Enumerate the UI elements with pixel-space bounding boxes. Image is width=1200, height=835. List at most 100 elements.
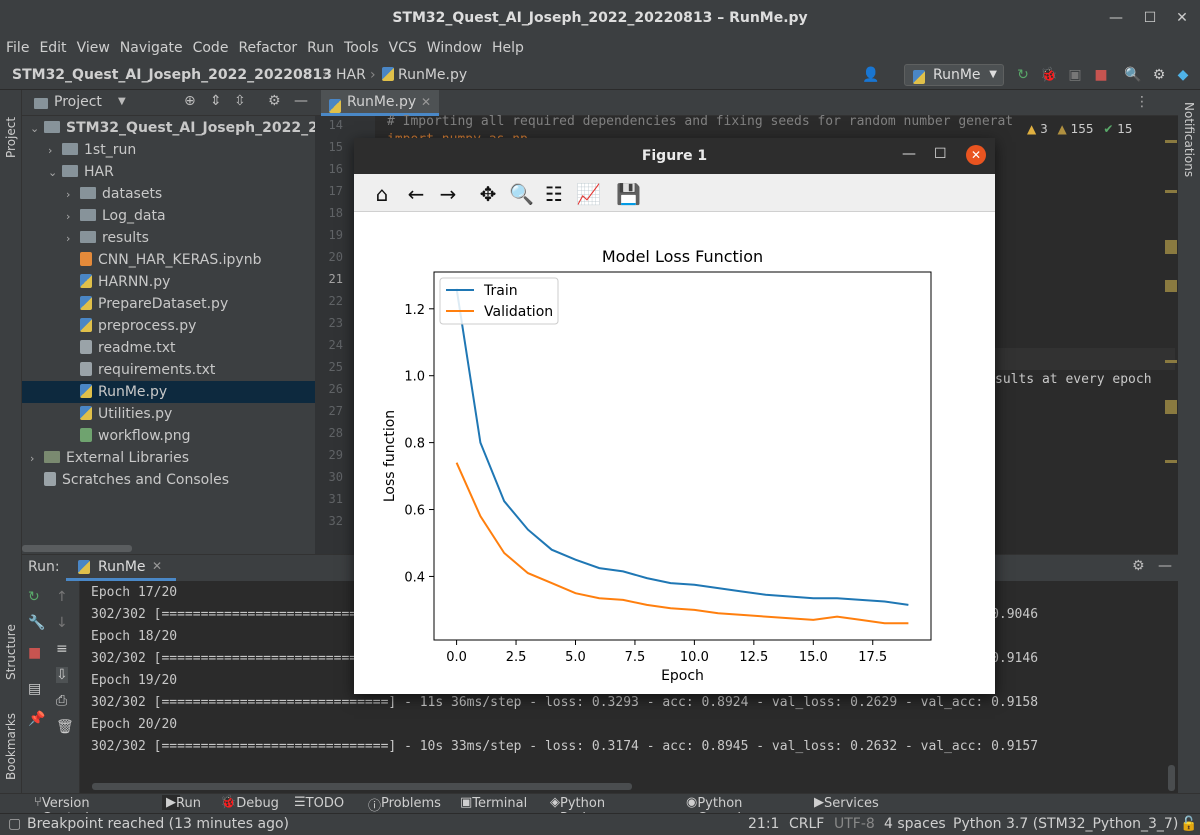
- soft-wrap-icon[interactable]: ≡: [56, 641, 68, 657]
- close-tab-icon[interactable]: ✕: [152, 559, 162, 573]
- code-comment[interactable]: # Importing all required dependencies an…: [387, 114, 1027, 129]
- chevron-right-icon[interactable]: ›: [30, 448, 44, 470]
- caret-position[interactable]: 21:1: [748, 816, 779, 832]
- minimize-icon[interactable]: —: [902, 146, 916, 162]
- pan-icon[interactable]: ✥: [476, 182, 500, 206]
- menu-tools[interactable]: Tools: [338, 38, 383, 56]
- trash-icon[interactable]: 🗑: [56, 719, 74, 735]
- tree-item[interactable]: preprocess.py: [22, 315, 315, 337]
- breadcrumb-file[interactable]: RunMe.py: [398, 67, 467, 83]
- down-arrow-icon[interactable]: ↓: [56, 615, 68, 631]
- rerun-icon[interactable]: ↻: [28, 589, 40, 605]
- rerun-icon[interactable]: ↻: [1014, 66, 1032, 84]
- tab-debug[interactable]: 🐞 Debug: [220, 795, 279, 811]
- stop-icon[interactable]: ■: [1092, 66, 1110, 84]
- layout-icon[interactable]: ▤: [28, 681, 41, 697]
- tab-python-packages[interactable]: ◈ Python Packages: [550, 795, 621, 826]
- close-icon[interactable]: ✕: [1172, 8, 1192, 28]
- user-icon[interactable]: 👤: [862, 66, 880, 84]
- tree-item[interactable]: › Log_data: [22, 205, 315, 227]
- line-separator[interactable]: CRLF: [789, 816, 824, 832]
- up-arrow-icon[interactable]: ↑: [56, 589, 68, 605]
- stop-icon[interactable]: ■: [28, 645, 41, 661]
- tab-runme[interactable]: RunMe.py ✕: [321, 90, 439, 116]
- save-icon[interactable]: 💾: [616, 182, 641, 206]
- pin-icon[interactable]: 📌: [28, 711, 45, 727]
- tree-item[interactable]: Scratches and Consoles: [22, 469, 315, 491]
- tab-python-console[interactable]: ◉ Python Console: [686, 795, 749, 826]
- code-comment-fragment[interactable]: sults at every epoch: [995, 372, 1152, 387]
- menu-refactor[interactable]: Refactor: [232, 38, 301, 56]
- menu-code[interactable]: Code: [187, 38, 233, 56]
- tab-problems[interactable]: ⓘ Problems: [368, 795, 441, 814]
- chevron-right-icon[interactable]: ›: [66, 184, 80, 206]
- menu-help[interactable]: Help: [486, 38, 528, 56]
- maximize-icon[interactable]: ☐: [934, 146, 947, 162]
- project-panel-title[interactable]: Project: [54, 94, 102, 110]
- more-icon[interactable]: ⋮: [1135, 94, 1149, 110]
- run-config-selector[interactable]: RunMe ▼: [904, 64, 1004, 86]
- hide-panel-icon[interactable]: —: [1158, 558, 1172, 574]
- locate-icon[interactable]: ⊕: [184, 93, 196, 109]
- horizontal-scrollbar[interactable]: [22, 545, 132, 552]
- search-icon[interactable]: 🔍: [1124, 66, 1142, 84]
- gear-icon[interactable]: ⚙: [1150, 66, 1168, 84]
- tree-item[interactable]: HARNN.py: [22, 271, 315, 293]
- lock-icon[interactable]: 🔓: [1180, 816, 1197, 832]
- tree-item[interactable]: readme.txt: [22, 337, 315, 359]
- tab-run[interactable]: ▶ Run: [162, 795, 201, 811]
- tab-version-control[interactable]: ⑂ Version Control: [34, 795, 90, 826]
- gear-icon[interactable]: ⚙: [268, 93, 281, 109]
- expand-all-icon[interactable]: ⇕: [210, 93, 222, 109]
- chevron-down-icon[interactable]: ▼: [118, 96, 126, 107]
- subplots-config-icon[interactable]: ☷: [542, 182, 566, 206]
- status-panel-icon[interactable]: ▢: [8, 816, 21, 832]
- hide-panel-icon[interactable]: —: [294, 93, 308, 109]
- menu-navigate[interactable]: Navigate: [114, 38, 187, 56]
- tree-item[interactable]: workflow.png: [22, 425, 315, 447]
- horizontal-scrollbar[interactable]: [92, 783, 632, 790]
- wrench-icon[interactable]: 🔧: [28, 615, 45, 631]
- tree-item[interactable]: PrepareDataset.py: [22, 293, 315, 315]
- print-icon[interactable]: ⎙: [56, 693, 67, 709]
- bookmarks-tool-tab[interactable]: Bookmarks: [4, 700, 18, 780]
- home-icon[interactable]: ⌂: [370, 182, 394, 206]
- tree-item[interactable]: CNN_HAR_KERAS.ipynb: [22, 249, 315, 271]
- coverage-icon[interactable]: ▣: [1066, 66, 1084, 84]
- close-icon[interactable]: ✕: [966, 145, 986, 165]
- notifications-tool-tab[interactable]: Notifications: [1182, 102, 1196, 192]
- chevron-right-icon[interactable]: ›: [48, 140, 62, 162]
- edit-axes-icon[interactable]: 📈: [576, 182, 601, 206]
- chevron-down-icon[interactable]: ⌄: [48, 162, 62, 184]
- inspection-widget[interactable]: ▲ 3 ▲ 155 ✔ 15: [1027, 122, 1133, 136]
- menu-vcs[interactable]: VCS: [383, 38, 421, 56]
- breadcrumb-folder[interactable]: HAR: [336, 67, 366, 83]
- scroll-to-end-icon[interactable]: ⇩: [56, 667, 68, 683]
- file-encoding[interactable]: UTF-8: [834, 816, 875, 832]
- back-arrow-icon[interactable]: ←: [404, 182, 428, 206]
- maximize-icon[interactable]: ☐: [1140, 8, 1160, 28]
- menu-run[interactable]: Run: [301, 38, 338, 56]
- vertical-scrollbar[interactable]: [1168, 765, 1175, 791]
- chevron-down-icon[interactable]: ⌄: [30, 118, 44, 140]
- breadcrumb-project[interactable]: STM32_Quest_AI_Joseph_2022_20220813: [12, 67, 332, 83]
- tree-item[interactable]: › External Libraries: [22, 447, 315, 469]
- structure-tool-tab[interactable]: Structure: [4, 610, 18, 680]
- tree-item[interactable]: ⌄ STM32_Quest_AI_Joseph_2022_20: [22, 117, 328, 140]
- tab-todo[interactable]: ☰ TODO: [294, 795, 344, 811]
- run-tab-label[interactable]: RunMe: [98, 559, 146, 575]
- tree-item[interactable]: requirements.txt: [22, 359, 315, 381]
- collapse-all-icon[interactable]: ⇳: [234, 93, 246, 109]
- error-stripe[interactable]: [1165, 130, 1177, 550]
- menu-view[interactable]: View: [71, 38, 114, 56]
- tab-services[interactable]: ▶ Services: [814, 795, 879, 811]
- project-tool-tab[interactable]: Project: [4, 98, 18, 158]
- tree-item[interactable]: RunMe.py: [22, 381, 315, 403]
- forward-arrow-icon[interactable]: →: [436, 182, 460, 206]
- menu-window[interactable]: Window: [421, 38, 486, 56]
- menu-file[interactable]: File: [0, 38, 33, 56]
- debug-icon[interactable]: 🐞: [1040, 66, 1058, 84]
- chevron-right-icon[interactable]: ›: [66, 206, 80, 228]
- close-tab-icon[interactable]: ✕: [421, 90, 431, 114]
- python-interpreter[interactable]: Python 3.7 (STM32_Python_3_7): [953, 816, 1178, 832]
